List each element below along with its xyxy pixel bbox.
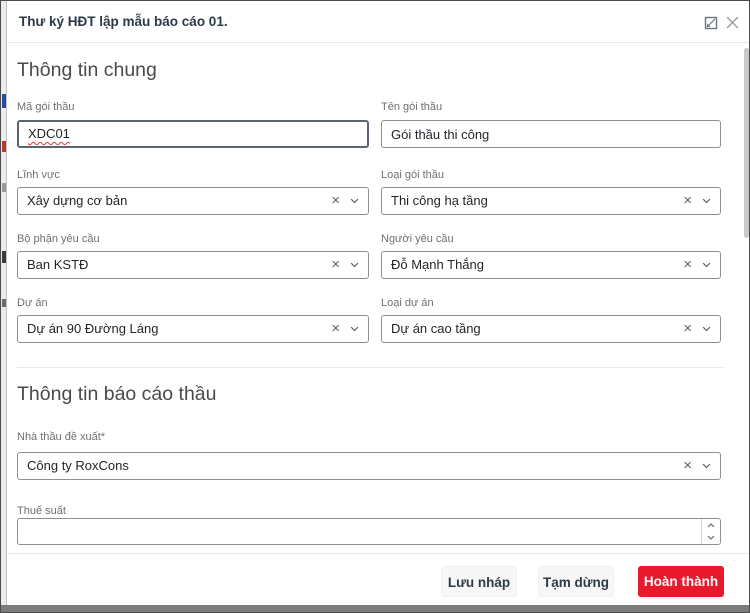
requester-value: Đỗ Mạnh Thắng xyxy=(391,252,484,278)
stepper-up-icon[interactable] xyxy=(702,519,720,532)
package-code-input[interactable]: XDC01 xyxy=(17,120,369,148)
project-type-select[interactable]: Dự án cao tầng × xyxy=(381,315,721,343)
complete-button[interactable]: Hoàn thành xyxy=(638,566,724,597)
requesting-department-label: Bộ phận yêu cầu xyxy=(17,233,100,246)
section-divider xyxy=(17,367,723,368)
chevron-down-icon[interactable] xyxy=(702,262,711,268)
section-heading-general: Thông tin chung xyxy=(17,57,157,83)
package-name-label: Tên gói thầu xyxy=(381,101,442,114)
number-stepper xyxy=(701,519,720,544)
project-value: Dự án 90 Đường Láng xyxy=(27,316,158,342)
chevron-down-icon[interactable] xyxy=(350,326,359,332)
modal-title: Thư ký HĐT lập mẫu báo cáo 01. xyxy=(19,1,228,43)
clear-icon[interactable]: × xyxy=(331,252,340,277)
proposed-contractor-label: Nhà thầu đề xuất* xyxy=(17,431,105,444)
expand-icon[interactable] xyxy=(704,16,718,35)
pause-button[interactable]: Tạm dừng xyxy=(538,566,614,597)
vertical-scrollbar[interactable] xyxy=(744,48,749,238)
close-icon[interactable] xyxy=(725,15,740,35)
requesting-department-select[interactable]: Ban KSTĐ × xyxy=(17,251,369,279)
dialog-frame: Thư ký HĐT lập mẫu báo cáo 01. Thông tin… xyxy=(0,0,750,613)
chevron-down-icon[interactable] xyxy=(702,463,711,469)
field-domain-select[interactable]: Xây dựng cơ bản × xyxy=(17,187,369,215)
modal-header: Thư ký HĐT lập mẫu báo cáo 01. xyxy=(7,1,750,43)
project-label: Dự án xyxy=(17,297,48,310)
project-type-value: Dự án cao tầng xyxy=(391,316,481,342)
tax-rate-input[interactable] xyxy=(18,519,701,544)
modal-dialog: Thư ký HĐT lập mẫu báo cáo 01. Thông tin… xyxy=(6,1,749,605)
package-type-label: Loại gói thầu xyxy=(381,169,444,182)
save-draft-button[interactable]: Lưu nháp xyxy=(441,566,517,597)
proposed-contractor-value: Công ty RoxCons xyxy=(27,453,129,479)
package-code-label: Mã gói thầu xyxy=(17,101,74,114)
chevron-down-icon[interactable] xyxy=(350,262,359,268)
chevron-down-icon[interactable] xyxy=(702,198,711,204)
field-domain-label: Lĩnh vực xyxy=(17,169,60,182)
requesting-department-value: Ban KSTĐ xyxy=(27,252,88,278)
project-type-label: Loại dự án xyxy=(381,297,434,310)
tax-rate-label: Thuế suất xyxy=(17,505,66,518)
field-domain-value: Xây dựng cơ bản xyxy=(27,188,127,214)
clear-icon[interactable]: × xyxy=(683,188,692,213)
project-select[interactable]: Dự án 90 Đường Láng × xyxy=(17,315,369,343)
clear-icon[interactable]: × xyxy=(683,453,692,478)
requester-label: Người yêu cầu xyxy=(381,233,454,246)
package-type-select[interactable]: Thi công hạ tầng × xyxy=(381,187,721,215)
chevron-down-icon[interactable] xyxy=(702,326,711,332)
section-heading-report: Thông tin báo cáo thầu xyxy=(17,381,217,407)
stepper-down-icon[interactable] xyxy=(702,532,720,545)
package-name-input[interactable] xyxy=(381,120,721,148)
tax-rate-field xyxy=(17,518,721,545)
package-code-value: XDC01 xyxy=(28,126,70,141)
package-type-value: Thi công hạ tầng xyxy=(391,188,488,214)
clear-icon[interactable]: × xyxy=(331,316,340,341)
chevron-down-icon[interactable] xyxy=(350,198,359,204)
clear-icon[interactable]: × xyxy=(683,316,692,341)
clear-icon[interactable]: × xyxy=(683,252,692,277)
footer-divider xyxy=(7,553,750,554)
requester-select[interactable]: Đỗ Mạnh Thắng × xyxy=(381,251,721,279)
background-page-bottom xyxy=(1,605,749,612)
clear-icon[interactable]: × xyxy=(331,188,340,213)
proposed-contractor-select[interactable]: Công ty RoxCons × xyxy=(17,452,721,480)
